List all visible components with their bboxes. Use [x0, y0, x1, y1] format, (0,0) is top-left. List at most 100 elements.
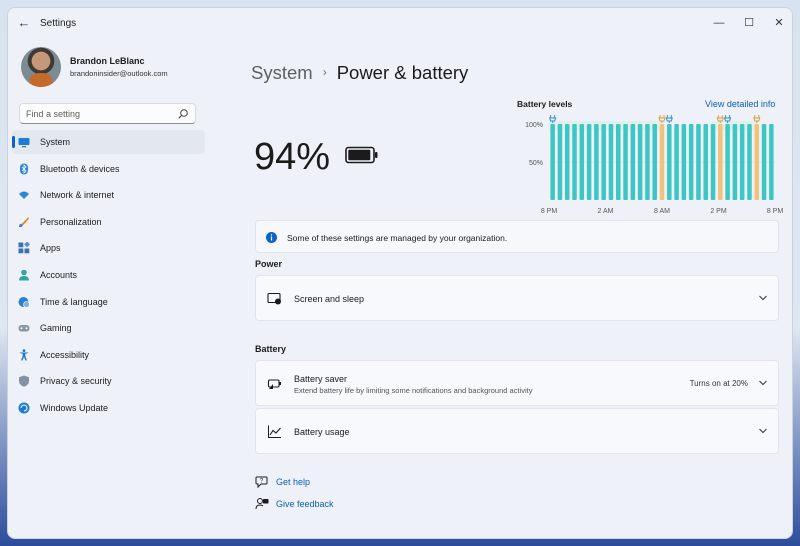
y-tick-label: 50% [529, 160, 543, 167]
sidebar-item-label: Network & internet [40, 190, 115, 201]
accessibility-icon [19, 348, 29, 361]
sidebar-item-accounts[interactable]: Accounts [12, 263, 205, 287]
sidebar-item-windows-update[interactable]: Windows Update [12, 396, 205, 420]
profile-email: brandoninsider@outlook.com [70, 69, 168, 78]
bluetooth-icon [20, 163, 28, 175]
x-tick-label: 2 PM [710, 208, 727, 215]
battery-saver-title: Battery saver [294, 374, 348, 384]
usage-chart-icon [268, 425, 281, 438]
sidebar-item-label: Windows Update [40, 402, 109, 413]
sidebar-item-label: Accounts [40, 269, 78, 280]
sidebar-item-label: Bluetooth & devices [40, 163, 120, 174]
battery-bar [572, 124, 577, 200]
battery-icon [345, 146, 378, 164]
sidebar-item-apps[interactable]: Apps [12, 236, 205, 260]
give-feedback-icon [255, 498, 269, 510]
chevron-down-icon [759, 380, 767, 386]
sidebar-item-system[interactable]: System [12, 130, 205, 154]
battery-bar [623, 124, 628, 200]
screen-and-sleep-card[interactable]: Screen and sleep [255, 275, 779, 321]
sidebar-item-bluetooth[interactable]: Bluetooth & devices [12, 157, 205, 181]
battery-bar [659, 124, 665, 200]
chevron-down-icon [759, 428, 767, 434]
sidebar-item-network[interactable]: Network & internet [12, 183, 205, 207]
globe-clock-icon [18, 296, 30, 308]
battery-bar [594, 124, 599, 200]
person-icon [19, 269, 29, 281]
sidebar-item-personalization[interactable]: Personalization [12, 210, 205, 234]
battery-levels-svg: 100% 50% 8 PM 2 AM 8 AM 2 PM 8 PM [525, 115, 783, 215]
screen-sleep-title: Screen and sleep [294, 294, 365, 304]
battery-bar [718, 124, 723, 200]
battery-bar [616, 124, 621, 200]
apps-icon [18, 242, 30, 254]
settings-window: ← Settings — ☐ ✕ Brandon LeBlanc brandon… [7, 7, 793, 539]
sidebar-item-gaming[interactable]: Gaming [12, 316, 205, 340]
y-tick-label: 100% [525, 122, 543, 129]
battery-bar [608, 124, 614, 200]
monitor-icon [18, 138, 30, 148]
battery-bar [630, 124, 636, 200]
gamepad-icon [18, 325, 30, 332]
sidebar-item-label: System [40, 137, 71, 147]
battery-bar [564, 124, 570, 200]
x-tick-label: 8 PM [767, 208, 783, 215]
give-feedback-link[interactable]: Give feedback [276, 499, 334, 509]
page-title: Power & battery [336, 62, 469, 83]
update-icon [18, 402, 30, 414]
power-section-label: Power [255, 259, 283, 269]
minimize-button[interactable]: — [704, 12, 734, 34]
battery-percentage: 94% [254, 136, 331, 178]
battery-usage-card[interactable]: Battery usage [255, 408, 779, 454]
view-detailed-info-link[interactable]: View detailed info [705, 99, 775, 109]
plug-icon [665, 115, 673, 123]
battery-bar [557, 124, 563, 200]
wifi-icon [19, 191, 29, 200]
battery-saver-description: Extend battery life by limiting some not… [294, 386, 533, 395]
x-tick-label: 2 AM [598, 208, 614, 215]
battery-bar [696, 124, 701, 200]
battery-saver-card[interactable]: Battery saver Extend battery life by lim… [255, 360, 779, 406]
get-help-icon: ? [255, 476, 268, 489]
maximize-button[interactable]: ☐ [734, 12, 764, 34]
chevron-down-icon [759, 295, 767, 301]
battery-bar [725, 124, 730, 200]
battery-bar [637, 124, 643, 200]
info-icon [266, 232, 277, 243]
battery-saver-icon [267, 379, 281, 389]
search-input[interactable]: Find a setting [26, 109, 80, 119]
battery-saver-status: Turns on at 20% [689, 379, 748, 388]
battery-bar [739, 124, 745, 200]
battery-bar [645, 124, 650, 200]
battery-bar [747, 124, 752, 200]
battery-bar [754, 124, 760, 200]
profile-name: Brandon LeBlanc [70, 56, 145, 66]
search-box[interactable]: Find a setting [19, 103, 196, 124]
battery-bar [601, 124, 606, 200]
battery-bar [761, 124, 767, 200]
sidebar-item-accessibility[interactable]: Accessibility [12, 343, 205, 367]
x-tick-label: 8 AM [654, 208, 670, 215]
x-tick-label: 8 PM [541, 208, 558, 215]
sidebar-item-privacy[interactable]: Privacy & security [12, 369, 205, 393]
get-help-link[interactable]: Get help [276, 477, 310, 487]
close-button[interactable]: ✕ [764, 12, 792, 34]
app-title: Settings [40, 18, 77, 29]
banner-text: Some of these settings are managed by yo… [287, 233, 508, 243]
battery-bar [579, 124, 585, 200]
managed-by-org-banner: Some of these settings are managed by yo… [255, 220, 779, 253]
title-bar: ← Settings — ☐ ✕ [8, 8, 792, 38]
battery-bar [681, 124, 687, 200]
battery-bar [652, 124, 657, 200]
sidebar-item-time-language[interactable]: Time & language [12, 290, 205, 314]
breadcrumb-parent[interactable]: System [251, 62, 313, 83]
sidebar-item-label: Privacy & security [40, 376, 112, 387]
battery-bar [703, 124, 708, 200]
battery-usage-title: Battery usage [294, 427, 350, 437]
battery-bar [769, 124, 774, 200]
breadcrumb-separator-icon: › [322, 65, 327, 79]
back-button[interactable]: ← [16, 15, 32, 31]
battery-bar [667, 124, 672, 200]
screen-sleep-icon [267, 292, 281, 305]
battery-bar [550, 124, 555, 200]
